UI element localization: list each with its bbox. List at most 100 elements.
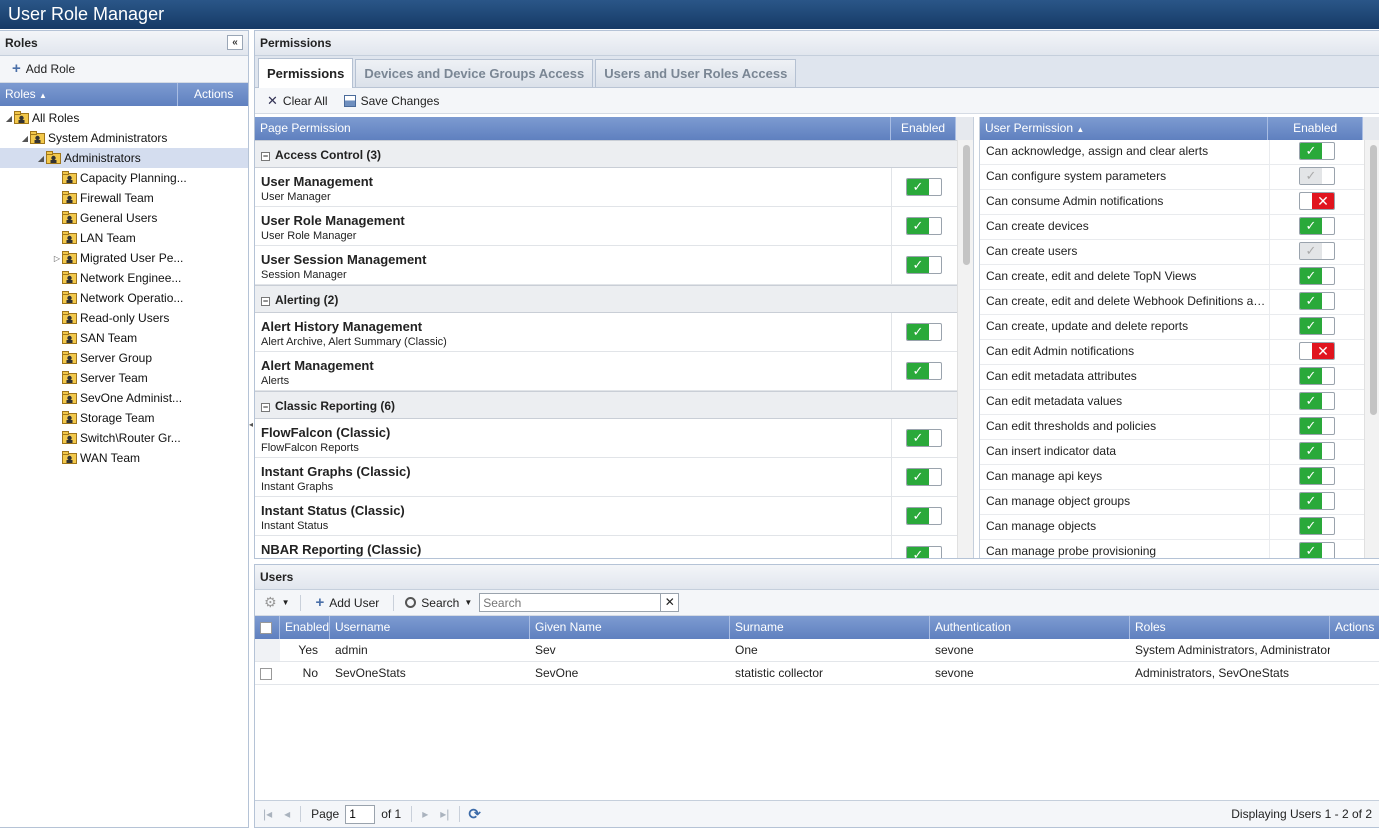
page-grid-scroll-thumb[interactable] [963, 145, 970, 265]
col-enabled[interactable]: Enabled [280, 616, 330, 639]
toggle-enabled[interactable]: ✓ [1299, 517, 1335, 535]
refresh-icon[interactable]: ⟳ [468, 805, 481, 823]
role-tree-item[interactable]: Switch\Router Gr... [0, 428, 248, 448]
add-user-button[interactable]: + Add User [309, 594, 385, 612]
toggle-enabled[interactable]: ✓ [906, 323, 942, 341]
col-user-permission[interactable]: User Permission ▲ [980, 117, 1269, 140]
role-tree-item[interactable]: ◢ All Roles [0, 108, 248, 128]
role-tree-item[interactable]: Storage Team [0, 408, 248, 428]
role-tree-item[interactable]: General Users [0, 208, 248, 228]
user-permission-label: Can manage object groups [986, 494, 1131, 508]
enabled-cell: ✓ [1269, 390, 1364, 414]
collapse-group-icon[interactable]: − [261, 403, 270, 412]
x-icon: ✕ [1312, 343, 1334, 359]
role-tree-item[interactable]: Firewall Team [0, 188, 248, 208]
last-page-icon[interactable]: ▸| [440, 807, 449, 821]
toggle-enabled[interactable]: ✓ [1299, 467, 1335, 485]
user-grid-scrollbar[interactable] [1364, 140, 1379, 558]
role-tree-item[interactable]: ◢ System Administrators [0, 128, 248, 148]
search-input[interactable] [479, 593, 662, 612]
role-tree-item[interactable]: SevOne Administ... [0, 388, 248, 408]
role-tree-item[interactable]: WAN Team [0, 448, 248, 468]
add-role-button[interactable]: + Add Role [6, 60, 81, 78]
page-grid-scrollbar[interactable] [957, 140, 973, 558]
toggle-enabled[interactable]: ✓ [906, 468, 942, 486]
tab-permissions[interactable]: Permissions [258, 58, 354, 88]
user-grid-scroll-thumb[interactable] [1370, 145, 1377, 415]
user-permission-label: Can insert indicator data [986, 444, 1117, 458]
toggle-enabled[interactable]: ✓ [906, 217, 942, 235]
toggle-disabled[interactable]: ✕ [1299, 342, 1335, 360]
role-tree-item[interactable]: SAN Team [0, 328, 248, 348]
check-icon: ✓ [1300, 418, 1322, 434]
col-authentication[interactable]: Authentication [930, 616, 1130, 639]
collapse-group-icon[interactable]: − [261, 152, 270, 161]
toggle-enabled[interactable]: ✓ [1299, 492, 1335, 510]
select-all-checkbox[interactable] [260, 621, 272, 634]
toggle-enabled[interactable]: ✓ [906, 507, 942, 525]
col-username[interactable]: Username [330, 616, 530, 639]
col-user-enabled[interactable]: Enabled [1268, 117, 1364, 140]
clear-search-icon[interactable]: ✕ [661, 593, 680, 612]
col-actions[interactable]: Actions [1330, 616, 1379, 639]
toggle-enabled[interactable]: ✓ [1299, 292, 1335, 310]
collapse-icon[interactable]: « [227, 35, 243, 50]
collapse-group-icon[interactable]: − [261, 297, 270, 306]
collapsed-arrow-icon[interactable]: ▷ [52, 249, 62, 269]
role-tree-item[interactable]: Server Group [0, 348, 248, 368]
role-tree-item[interactable]: Server Team [0, 368, 248, 388]
role-tree-item[interactable]: Read-only Users [0, 308, 248, 328]
toggle-enabled[interactable]: ✓ [1299, 317, 1335, 335]
toggle-enabled[interactable]: ✓ [1299, 267, 1335, 285]
first-page-icon[interactable]: |◂ [263, 807, 272, 821]
expanded-arrow-icon[interactable]: ◢ [36, 149, 46, 169]
expanded-arrow-icon[interactable]: ◢ [4, 109, 14, 129]
pager-separator [459, 806, 461, 822]
user-row[interactable]: No SevOneStats SevOne statistic collector se… [255, 662, 1379, 685]
tab-devices-and-device-groups-access[interactable]: Devices and Device Groups Access [355, 59, 594, 87]
toggle-enabled[interactable]: ✓ [1299, 542, 1335, 558]
col-page-enabled[interactable]: Enabled [891, 117, 957, 140]
toggle-enabled[interactable]: ✓ [1299, 367, 1335, 385]
permission-group-header[interactable]: − Classic Reporting (6) [255, 391, 957, 419]
row-checkbox[interactable] [260, 667, 272, 680]
page-number-input[interactable] [345, 804, 376, 824]
role-tree-item[interactable]: Network Enginee... [0, 268, 248, 288]
roles-col-roles[interactable]: Roles ▲ [0, 83, 178, 106]
role-tree-item[interactable]: Network Operatio... [0, 288, 248, 308]
toggle-enabled[interactable]: ✓ [906, 256, 942, 274]
search-menu-button[interactable]: Search ▼ [402, 594, 475, 612]
toggle-disabled[interactable]: ✕ [1299, 192, 1335, 210]
toggle-enabled[interactable]: ✓ [906, 178, 942, 196]
toggle-enabled[interactable]: ✓ [906, 362, 942, 380]
col-given-name[interactable]: Given Name [530, 616, 730, 639]
toggle-enabled[interactable]: ✓ [906, 429, 942, 447]
save-changes-button[interactable]: Save Changes [338, 92, 446, 110]
toggle-enabled[interactable]: ✓ [1299, 142, 1335, 160]
enabled-cell: ✓ [1269, 490, 1364, 514]
user-row[interactable]: Yes admin Sev One sevone System Administrator… [255, 639, 1379, 662]
permission-group-header[interactable]: − Access Control (3) [255, 140, 957, 168]
toggle-enabled[interactable]: ✓ [1299, 417, 1335, 435]
role-tree-item[interactable]: ▷ Migrated User Pe... [0, 248, 248, 268]
next-page-icon[interactable]: ▸ [422, 807, 428, 821]
role-tree-item[interactable]: Capacity Planning... [0, 168, 248, 188]
toggle-enabled[interactable]: ✓ [1299, 217, 1335, 235]
role-tree-item[interactable]: ◢ Administrators [0, 148, 248, 168]
tab-users-and-user-roles-access[interactable]: Users and User Roles Access [595, 59, 797, 87]
page-permission-grid: Page Permission Enabled − Access Control … [255, 117, 974, 558]
toggle-enabled[interactable]: ✓ [1299, 442, 1335, 460]
col-surname[interactable]: Surname [730, 616, 930, 639]
toggle-enabled[interactable]: ✓ [1299, 392, 1335, 410]
col-roles[interactable]: Roles [1130, 616, 1330, 639]
role-tree-item[interactable]: LAN Team [0, 228, 248, 248]
toggle-enabled[interactable]: ✓ [906, 546, 942, 558]
expanded-arrow-icon[interactable]: ◢ [20, 129, 30, 149]
col-page-permission[interactable]: Page Permission [255, 117, 892, 140]
permission-group-header[interactable]: − Alerting (2) [255, 285, 957, 313]
role-tree-label: SevOne Administ... [80, 391, 183, 405]
clear-all-button[interactable]: ✕ Clear All [261, 91, 334, 111]
prev-page-icon[interactable]: ◂ [284, 807, 290, 821]
user-permission-row: Can create, edit and delete TopN Views ✓ [980, 265, 1364, 290]
settings-menu-button[interactable]: ⚙ ▼ [261, 592, 292, 613]
